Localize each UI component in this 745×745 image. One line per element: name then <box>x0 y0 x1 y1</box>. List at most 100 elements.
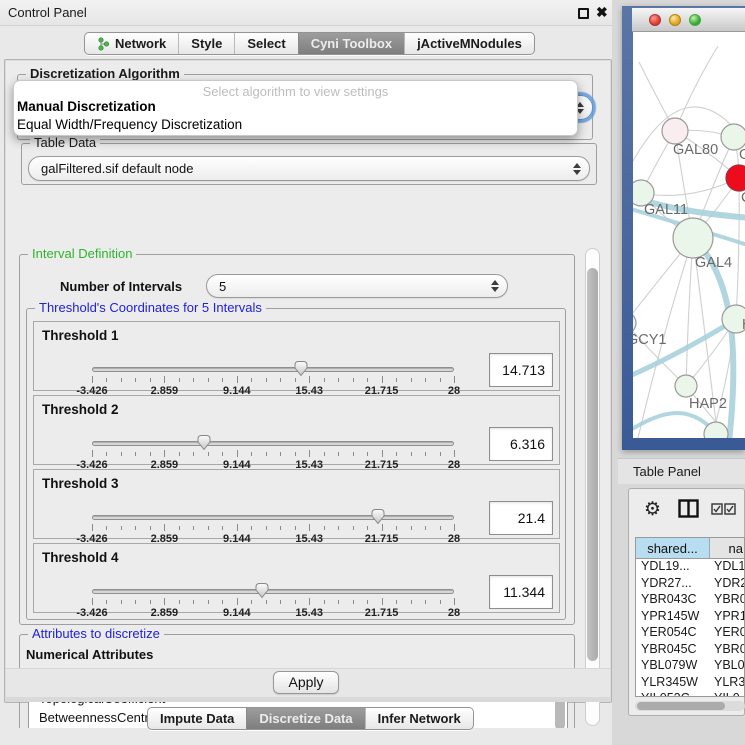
network-view-window: GAL80 GA GAL11 C GAL4 GCY1 H HAP2 <box>622 6 745 450</box>
checkbox-filter-icons[interactable] <box>711 503 736 515</box>
slider-thumb-icon[interactable] <box>293 360 309 377</box>
threshold-panel: Threshold 1 -3.4262.8599.14415.4321.7152… <box>33 321 560 391</box>
table-cell[interactable]: YIL052C <box>636 691 710 697</box>
discretization-algorithm-label: Discretization Algorithm <box>26 66 184 81</box>
node-gal4[interactable] <box>673 218 713 258</box>
table-row[interactable]: YBR043CYBR0 <box>636 592 744 609</box>
threshold-value-field[interactable] <box>489 501 553 535</box>
table-row[interactable]: YIL052CYIL0 <box>636 691 744 697</box>
table-cell[interactable]: YBR0 <box>710 642 744 659</box>
node-gal80[interactable] <box>662 118 688 144</box>
table-cell[interactable]: YDL1 <box>710 559 744 576</box>
tab-cyni-toolbox[interactable]: Cyni Toolbox <box>298 33 404 54</box>
table-cell[interactable]: YBL0 <box>710 658 744 675</box>
table-cell[interactable]: YDR27... <box>636 576 710 593</box>
dropdown-option-manual[interactable]: Manual Discretization <box>14 98 577 116</box>
tab-style[interactable]: Style <box>178 33 234 54</box>
table-cell[interactable]: YBR045C <box>636 642 710 659</box>
tab-select[interactable]: Select <box>234 33 297 54</box>
table-toolbar: ⚙ <box>629 489 744 533</box>
table-data-combobox[interactable]: galFiltered.sif default node <box>28 156 590 181</box>
network-window-titlebar[interactable] <box>632 8 745 32</box>
table-cell[interactable]: YBL079W <box>636 658 710 675</box>
zoom-traffic-light-icon[interactable] <box>689 14 701 26</box>
table-cell[interactable]: YPR1 <box>710 609 744 626</box>
table-cell[interactable]: YDR2 <box>710 576 744 593</box>
table-cell[interactable]: YER0 <box>710 625 744 642</box>
network-canvas[interactable]: GAL80 GA GAL11 C GAL4 GCY1 H HAP2 <box>633 32 745 438</box>
table-panel-title: Table Panel <box>633 464 701 479</box>
tab-discretize-data[interactable]: Discretize Data <box>246 708 364 729</box>
table-horizontal-scrollbar[interactable] <box>635 701 745 711</box>
tab-jactivemnodules[interactable]: jActiveMNodules <box>404 33 534 54</box>
tab-infer-network[interactable]: Infer Network <box>365 708 473 729</box>
table-row[interactable]: YER054CYER0 <box>636 625 744 642</box>
control-panel-titlebar: Control Panel ✖ <box>0 0 618 26</box>
hscrollbar-thumb[interactable] <box>637 702 725 710</box>
checkbox-icon <box>724 503 736 515</box>
close-icon[interactable]: ✖ <box>596 4 608 21</box>
table-panel-titlebar: Table Panel <box>618 458 745 484</box>
threshold-value-field[interactable] <box>489 427 553 461</box>
slider-thumb-icon[interactable] <box>254 582 270 599</box>
slider-track[interactable] <box>92 515 454 520</box>
tab-network[interactable]: Network <box>85 33 178 54</box>
interval-definition-group: Interval Definition Number of Intervals … <box>19 254 575 625</box>
columns-icon[interactable] <box>678 499 699 523</box>
gear-icon[interactable]: ⚙ <box>644 498 661 521</box>
table-row[interactable]: YDR27...YDR2 <box>636 576 744 593</box>
threshold-value-field[interactable] <box>489 575 553 609</box>
table-row[interactable]: YPR145WYPR1 <box>636 609 744 626</box>
dropdown-option-equal-width[interactable]: Equal Width/Frequency Discretization <box>14 116 577 134</box>
threshold-label: Threshold 2 <box>42 402 119 417</box>
thresholds-group-label: Threshold's Coordinates for 5 Intervals <box>35 300 266 315</box>
minimize-traffic-light-icon[interactable] <box>669 14 681 26</box>
table-cell[interactable]: YLR3 <box>710 675 744 692</box>
table-row[interactable]: YBR045CYBR0 <box>636 642 744 659</box>
table-cell[interactable]: YPR145W <box>636 609 710 626</box>
combo-arrows-icon <box>483 280 507 292</box>
panel-title: Control Panel <box>8 5 87 20</box>
node-gcy1[interactable] <box>633 312 636 334</box>
slider-track[interactable] <box>92 441 454 446</box>
attributes-group-label: Attributes to discretize <box>28 626 164 641</box>
slider-ticks <box>92 524 454 532</box>
apply-button[interactable]: Apply <box>273 671 339 694</box>
scrollbar-thumb[interactable] <box>587 268 598 661</box>
table-cell[interactable]: YER054C <box>636 625 710 642</box>
float-window-icon[interactable] <box>578 8 589 19</box>
node-attribute-table[interactable]: shared... na YDL19...YDL1YDR27...YDR2YBR… <box>635 537 745 697</box>
threshold-value-field[interactable] <box>489 353 553 387</box>
slider-track[interactable] <box>92 367 454 372</box>
settings-vertical-scrollbar[interactable] <box>585 248 600 726</box>
slider-track[interactable] <box>92 589 454 594</box>
close-traffic-light-icon[interactable] <box>649 14 661 26</box>
interval-definition-label: Interval Definition <box>28 246 136 261</box>
table-cell[interactable]: YBR043C <box>636 592 710 609</box>
algorithm-dropdown-popup: Select algorithm to view settings Manual… <box>13 80 578 136</box>
slider-ticks <box>92 598 454 606</box>
table-cell[interactable]: YIL0 <box>710 691 744 697</box>
table-cell[interactable]: YDL19... <box>636 559 710 576</box>
table-row[interactable]: YBL079WYBL0 <box>636 658 744 675</box>
table-cell[interactable]: YBR0 <box>710 592 744 609</box>
slider-thumb-icon[interactable] <box>370 508 386 525</box>
threshold-label: Threshold 3 <box>42 476 119 491</box>
slider-thumb-icon[interactable] <box>196 434 212 451</box>
table-row[interactable]: YLR345WYLR3 <box>636 675 744 692</box>
numerical-attributes-label: Numerical Attributes <box>26 647 153 662</box>
threshold-label: Threshold 1 <box>42 328 119 343</box>
table-row[interactable]: YDL19...YDL1 <box>636 559 744 576</box>
threshold-panel: Threshold 2 -3.4262.8599.14415.4321.7152… <box>33 395 560 465</box>
table-header-row: shared... na <box>636 538 744 559</box>
slider-ticks <box>92 450 454 458</box>
tab-impute-data[interactable]: Impute Data <box>148 708 246 729</box>
slider-tick-label: 21.715 <box>365 607 399 619</box>
table-header-name[interactable]: na <box>710 538 744 558</box>
slider-tick-label: -3.426 <box>76 607 107 619</box>
table-header-shared[interactable]: shared... <box>636 538 710 558</box>
node-label-gal11: GAL11 <box>644 202 688 218</box>
table-cell[interactable]: YLR345W <box>636 675 710 692</box>
node-hap2[interactable] <box>675 375 697 397</box>
number-of-intervals-combobox[interactable]: 5 <box>206 274 508 298</box>
